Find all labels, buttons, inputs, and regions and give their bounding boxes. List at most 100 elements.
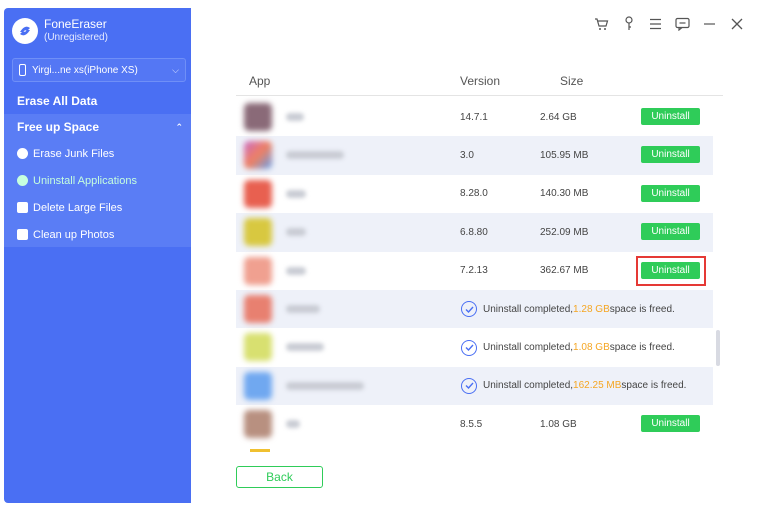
freed-size: 1.08 GB (573, 342, 610, 354)
phone-icon (19, 64, 26, 76)
freed-size: 162.25 MB (573, 380, 622, 392)
table-row: 14.7.1 2.64 GB Uninstall (236, 98, 713, 136)
titlebar-controls (594, 16, 744, 31)
uninstall-button[interactable]: Uninstall (641, 261, 700, 279)
nav-free-up-space-label: Free up Space (17, 120, 100, 134)
column-header-version: Version (460, 74, 501, 88)
uninstall-completed-message: Uninstall completed, 162.25 MB space is … (461, 377, 687, 394)
app-version: 6.8.80 (460, 226, 488, 238)
nav-delete-large-files-label: Delete Large Files (33, 201, 123, 214)
nav-uninstall-applications[interactable]: Uninstall Applications (4, 167, 191, 194)
uninstall-button[interactable]: Uninstall (641, 146, 700, 164)
completed-text: Uninstall completed, (483, 380, 574, 392)
device-selector[interactable]: Yirgi...ne xs(iPhone XS) ⌵ (12, 58, 186, 82)
nav-erase-all-data[interactable]: Erase All Data (4, 90, 191, 112)
app-name-redacted (286, 189, 306, 198)
table-row: Uninstall completed, 1.08 GB space is fr… (236, 328, 713, 366)
nav-erase-junk-files[interactable]: Erase Junk Files (4, 140, 191, 167)
app-name-redacted (286, 113, 304, 121)
cart-icon[interactable] (594, 16, 609, 31)
app-thumbnail (244, 294, 272, 323)
app-thumbnail (244, 371, 272, 400)
app-list: 14.7.1 2.64 GB Uninstall 3.0 105.95 MB U… (236, 98, 713, 444)
app-name-redacted (286, 228, 306, 237)
brand: FoneEraser (Unregistered) (12, 18, 108, 44)
nav-free-up-space[interactable]: Free up Space ⌃ (4, 114, 191, 140)
table-row: 7.2.13 362.67 MB Uninstall (236, 252, 713, 290)
app-name: FoneEraser (44, 17, 107, 31)
app-name-redacted (286, 343, 324, 352)
table-row: Uninstall completed, 1.28 GB space is fr… (236, 289, 713, 329)
app-version: 14.7.1 (460, 111, 488, 123)
uninstall-button[interactable]: Uninstall (641, 415, 700, 433)
column-header-size: Size (560, 74, 584, 88)
app-size: 362.67 MB (540, 265, 589, 277)
check-circle-icon (461, 339, 477, 356)
chevron-up-icon: ⌃ (175, 122, 183, 132)
freed-suffix: space is freed. (609, 303, 675, 315)
close-icon[interactable] (729, 16, 744, 31)
completed-text: Uninstall completed, (483, 342, 574, 354)
next-row-peek (250, 449, 270, 452)
app-name-redacted (286, 304, 320, 313)
header-divider (236, 95, 723, 96)
file-icon (17, 202, 28, 213)
app-version: 3.0 (460, 150, 474, 162)
nav-clean-up-photos[interactable]: Clean up Photos (4, 221, 191, 248)
key-icon[interactable] (621, 16, 636, 31)
app-name-redacted (286, 266, 306, 275)
back-button[interactable]: Back (236, 466, 323, 488)
column-header-app: App (249, 74, 271, 88)
apps-icon (17, 175, 28, 186)
device-name: Yirgi...ne xs(iPhone XS) (32, 64, 138, 76)
app-name-redacted (286, 420, 300, 429)
uninstall-completed-message: Uninstall completed, 1.08 GB space is fr… (461, 339, 675, 356)
app-size: 2.64 GB (540, 111, 577, 123)
completed-text: Uninstall completed, (483, 303, 574, 315)
app-thumbnail (244, 103, 272, 131)
app-version: 7.2.13 (460, 265, 488, 277)
nav-erase-junk-files-label: Erase Junk Files (33, 147, 115, 160)
menu-icon[interactable] (648, 16, 663, 31)
photo-icon (17, 229, 28, 240)
table-row: 8.5.5 1.08 GB Uninstall (236, 405, 713, 443)
registration-status: (Unregistered) (44, 32, 108, 43)
freed-size: 1.28 GB (573, 303, 610, 315)
nav-uninstall-applications-label: Uninstall Applications (33, 174, 137, 187)
table-row: 6.8.80 252.09 MB Uninstall (236, 213, 713, 252)
feedback-icon[interactable] (675, 16, 690, 31)
minimize-icon[interactable] (702, 16, 717, 31)
uninstall-button[interactable]: Uninstall (641, 108, 700, 125)
app-version: 8.5.5 (460, 418, 483, 430)
scrollbar-thumb[interactable] (716, 330, 720, 366)
sidebar: FoneEraser (Unregistered) Yirgi...ne xs(… (4, 8, 191, 503)
app-size: 140.30 MB (540, 188, 589, 200)
app-thumbnail (244, 256, 272, 285)
app-size: 1.08 GB (540, 418, 577, 430)
freed-suffix: space is freed. (609, 342, 675, 354)
check-circle-icon (461, 301, 477, 318)
app-logo-icon (12, 18, 38, 44)
app-version: 8.28.0 (460, 188, 488, 200)
app-thumbnail (244, 141, 272, 170)
clock-icon (17, 148, 28, 159)
uninstall-button[interactable]: Uninstall (641, 223, 700, 241)
freed-suffix: space is freed. (621, 380, 687, 392)
app-name-redacted (286, 151, 344, 160)
chevron-down-icon: ⌵ (172, 64, 179, 75)
app-thumbnail (244, 410, 272, 439)
app-size: 252.09 MB (540, 226, 589, 238)
uninstall-completed-message: Uninstall completed, 1.28 GB space is fr… (461, 301, 675, 318)
check-circle-icon (461, 377, 477, 394)
app-size: 105.95 MB (540, 150, 589, 162)
nav-group-free-up-space: Free up Space ⌃ Erase Junk Files Uninsta… (4, 114, 191, 247)
app-thumbnail (244, 179, 272, 208)
table-row: 3.0 105.95 MB Uninstall (236, 136, 713, 175)
nav-clean-up-photos-label: Clean up Photos (33, 228, 115, 241)
uninstall-button[interactable]: Uninstall (641, 184, 700, 202)
nav-delete-large-files[interactable]: Delete Large Files (4, 194, 191, 221)
app-thumbnail (244, 218, 272, 247)
table-row: Uninstall completed, 162.25 MB space is … (236, 366, 713, 406)
table-row: 8.28.0 140.30 MB Uninstall (236, 175, 713, 213)
app-thumbnail (244, 333, 272, 362)
